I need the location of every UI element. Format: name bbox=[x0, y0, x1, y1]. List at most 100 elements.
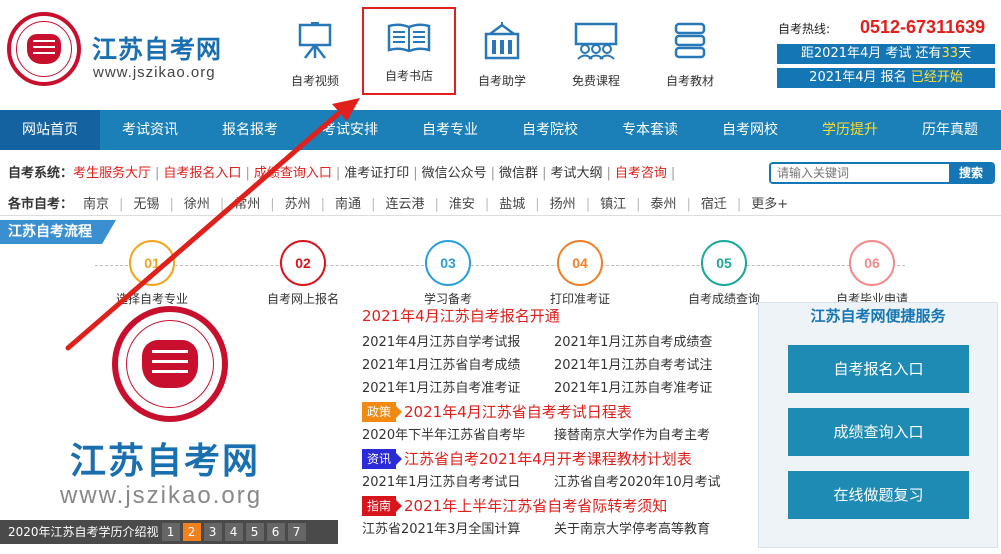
news-item[interactable]: 江苏省自考2020年10月考试 bbox=[554, 471, 746, 494]
header-nav-textbooks[interactable]: 自考教材 bbox=[645, 14, 735, 94]
news-tag-policy: 政策 bbox=[362, 402, 403, 422]
city-link-xuzhou[interactable]: 徐州 bbox=[184, 197, 210, 212]
city-link-suqian[interactable]: 宿迁 bbox=[701, 197, 727, 212]
main-nav-item-schools[interactable]: 自考院校 bbox=[500, 110, 600, 150]
main-nav-item-register[interactable]: 报名报考 bbox=[200, 110, 300, 150]
countdown-days: 33 bbox=[941, 46, 959, 61]
service-practice-button[interactable]: 在线做题复习 bbox=[788, 471, 969, 519]
city-link-yancheng[interactable]: 盐城 bbox=[499, 197, 525, 212]
slider-page-4[interactable]: 4 bbox=[224, 523, 243, 541]
registration-status: 2021年4月 报名 已经开始 bbox=[777, 68, 995, 88]
news-featured-title[interactable]: 2021年4月江苏省自考考试日程表 bbox=[404, 400, 632, 424]
link-consult[interactable]: 自考咨询 bbox=[615, 166, 667, 181]
city-link-nantong[interactable]: 南通 bbox=[335, 197, 361, 212]
site-title[interactable]: 江苏自考网 bbox=[92, 30, 222, 66]
news-featured-row[interactable]: 指南 2021年上半年江苏省自考省际转考须知 bbox=[362, 494, 752, 518]
city-link-taizhou[interactable]: 泰州 bbox=[650, 197, 676, 212]
main-nav-item-schedule[interactable]: 考试安排 bbox=[300, 110, 400, 150]
city-link-huaian[interactable]: 淮安 bbox=[449, 197, 475, 212]
promo-caption: 2020年江苏自考学历介绍视 bbox=[8, 525, 159, 539]
news-item[interactable]: 2021年1月江苏自考准考证 bbox=[362, 377, 554, 400]
news-row: 2021年1月江苏省自考成绩 2021年1月江苏自考考试注 bbox=[362, 354, 752, 377]
header-nav-label: 免费课程 bbox=[571, 74, 620, 88]
news-item[interactable]: 2021年4月江苏自学考试报 bbox=[362, 331, 554, 354]
news-featured-title[interactable]: 2021年上半年江苏省自考省际转考须知 bbox=[404, 494, 667, 518]
news-item[interactable]: 江苏省2021年3月全国计算 bbox=[362, 518, 554, 541]
registration-prefix: 2021年4月 报名 bbox=[809, 70, 907, 85]
main-nav-item-home[interactable]: 网站首页 bbox=[0, 110, 100, 150]
news-item[interactable]: 2021年1月江苏自考准考证 bbox=[554, 377, 746, 400]
header-nav-bookstore[interactable]: 自考书店 bbox=[362, 7, 456, 95]
city-link-zhenjiang[interactable]: 镇江 bbox=[600, 197, 626, 212]
city-links: 各市自考： 南京 | 无锡 | 徐州 | 常州 | 苏州 | 南通 | 连云港 | 淮安 | 盐城 | 扬州 | 镇江 | 泰… bbox=[8, 193, 798, 212]
classroom-icon bbox=[574, 22, 618, 60]
news-featured-title[interactable]: 江苏省自考2021年4月开考课程教材计划表 bbox=[404, 447, 692, 471]
link-wechat-group[interactable]: 微信群 bbox=[499, 166, 538, 181]
search-button[interactable]: 搜索 bbox=[949, 164, 993, 182]
news-item[interactable]: 2021年1月江苏省自考成绩 bbox=[362, 354, 554, 377]
easel-icon bbox=[298, 22, 332, 59]
book-icon bbox=[387, 23, 431, 53]
link-admission-print[interactable]: 准考证打印 bbox=[344, 166, 409, 181]
header-nav-assist[interactable]: 自考助学 bbox=[457, 14, 547, 94]
promo-slider[interactable]: 江苏自考网 www.jszikao.org 2020年江苏自考学历介绍视 1 2… bbox=[0, 298, 340, 548]
news-item[interactable]: 2021年1月江苏自考考试注 bbox=[554, 354, 746, 377]
main-nav-item-news[interactable]: 考试资讯 bbox=[100, 110, 200, 150]
header-nav-label: 自考视频 bbox=[290, 74, 339, 88]
link-separator: | bbox=[335, 166, 341, 181]
main-nav-item-online-school[interactable]: 自考网校 bbox=[700, 110, 800, 150]
system-links-label: 自考系统： bbox=[8, 166, 74, 181]
news-item[interactable]: 2021年1月江苏自考考试日 bbox=[362, 471, 554, 494]
slider-page-1[interactable]: 1 bbox=[161, 523, 180, 541]
city-link-lianyungang[interactable]: 连云港 bbox=[385, 197, 424, 212]
slider-page-3[interactable]: 3 bbox=[203, 523, 222, 541]
news-tag-info: 资讯 bbox=[362, 449, 403, 469]
city-link-yangzhou[interactable]: 扬州 bbox=[550, 197, 576, 212]
header-nav-video[interactable]: 自考视频 bbox=[270, 14, 360, 94]
link-service-hall[interactable]: 考生服务大厅 bbox=[73, 166, 151, 181]
news-item[interactable]: 2020年下半年江苏省自考毕 bbox=[362, 424, 554, 447]
news-item[interactable]: 接替南京大学作为自考主考 bbox=[554, 424, 746, 447]
link-separator: | bbox=[245, 166, 250, 181]
link-syllabus[interactable]: 考试大纲 bbox=[550, 166, 602, 181]
city-link-more[interactable]: 更多+ bbox=[751, 197, 788, 212]
search-box: 搜索 bbox=[769, 162, 995, 184]
link-register-entry[interactable]: 自考报名入口 bbox=[163, 166, 241, 181]
slider-page-6[interactable]: 6 bbox=[266, 523, 285, 541]
news-item[interactable]: 2021年1月江苏自考成绩查 bbox=[554, 331, 746, 354]
news-headline[interactable]: 2021年4月江苏自考报名开通 bbox=[362, 305, 752, 327]
slider-page-7[interactable]: 7 bbox=[287, 523, 306, 541]
site-logo[interactable] bbox=[7, 12, 81, 86]
main-nav-item-past-papers[interactable]: 历年真题 bbox=[900, 110, 1000, 150]
news-featured-row[interactable]: 政策 2021年4月江苏省自考考试日程表 bbox=[362, 400, 752, 424]
service-register-button[interactable]: 自考报名入口 bbox=[788, 345, 969, 393]
slider-page-5[interactable]: 5 bbox=[245, 523, 264, 541]
process-step-2[interactable]: 02 自考网上报名 bbox=[243, 240, 363, 307]
news-item[interactable]: 关于南京大学停考高等教育 bbox=[554, 518, 746, 541]
process-step-3[interactable]: 03 学习备考 bbox=[388, 240, 508, 307]
main-nav-item-combo[interactable]: 专本套读 bbox=[600, 110, 700, 150]
process-step-5[interactable]: 05 自考成绩查询 bbox=[664, 240, 784, 307]
main-nav-item-majors[interactable]: 自考专业 bbox=[400, 110, 500, 150]
main-nav-item-degree[interactable]: 学历提升 bbox=[800, 110, 900, 150]
link-wechat-account[interactable]: 微信公众号 bbox=[422, 166, 487, 181]
promo-logo bbox=[112, 306, 228, 422]
process-step-4[interactable]: 04 打印准考证 bbox=[520, 240, 640, 307]
slider-page-2[interactable]: 2 bbox=[182, 523, 201, 541]
city-link-changzhou[interactable]: 常州 bbox=[234, 197, 260, 212]
city-link-suzhou[interactable]: 苏州 bbox=[285, 197, 311, 212]
city-separator: | bbox=[736, 197, 742, 212]
search-input[interactable] bbox=[771, 164, 949, 182]
city-separator: | bbox=[219, 197, 225, 212]
link-score-query[interactable]: 成绩查询入口 bbox=[254, 166, 332, 181]
header-nav-label: 自考助学 bbox=[477, 74, 526, 88]
process-step-6[interactable]: 06 自考毕业申请 bbox=[812, 240, 932, 307]
service-score-query-button[interactable]: 成绩查询入口 bbox=[788, 408, 969, 456]
news-featured-row[interactable]: 资讯 江苏省自考2021年4月开考课程教材计划表 bbox=[362, 447, 752, 471]
city-link-wuxi[interactable]: 无锡 bbox=[133, 197, 159, 212]
process-step-1[interactable]: 01 选择自考专业 bbox=[92, 240, 212, 307]
city-link-nanjing[interactable]: 南京 bbox=[83, 197, 109, 212]
city-separator: | bbox=[270, 197, 275, 212]
header-nav-courses[interactable]: 免费课程 bbox=[551, 14, 641, 94]
city-separator: | bbox=[585, 197, 591, 212]
